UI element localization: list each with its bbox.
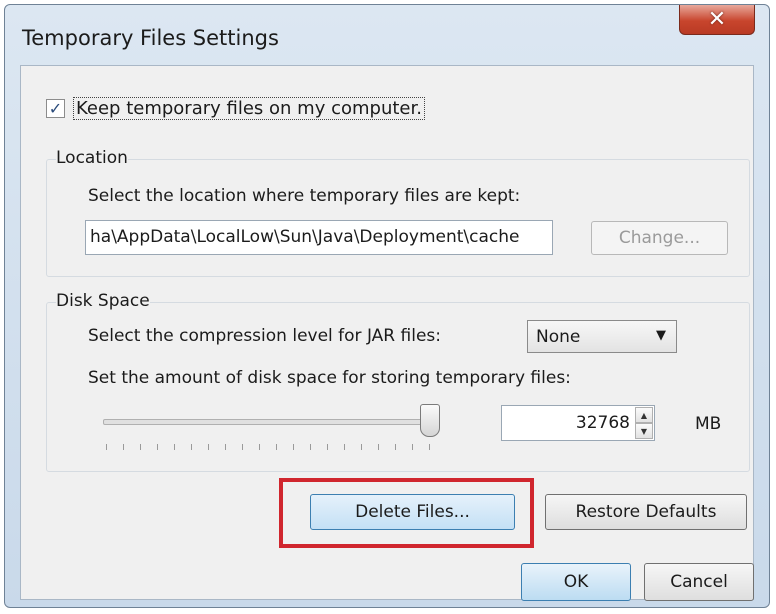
checkmark-icon: ✓ — [48, 98, 63, 118]
close-button[interactable]: ✕ — [679, 5, 755, 35]
restore-defaults-button[interactable]: Restore Defaults — [545, 494, 747, 530]
dialog-content: ✓ Keep temporary files on my computer. L… — [20, 65, 754, 601]
keep-files-option[interactable]: ✓ Keep temporary files on my computer. — [46, 97, 425, 120]
change-button[interactable]: Change... — [591, 221, 728, 255]
disk-space-unit: MB — [695, 414, 722, 434]
location-path-field[interactable]: ha\AppData\LocalLow\Sun\Java\Deployment\… — [85, 220, 553, 255]
slider-ticks — [106, 444, 434, 450]
delete-files-button[interactable]: Delete Files... — [310, 494, 515, 530]
disk-space-slider-track[interactable] — [103, 419, 439, 425]
chevron-down-icon: ▼ — [656, 328, 666, 343]
disk-space-value: 32768 — [575, 413, 630, 433]
disk-amount-prompt: Set the amount of disk space for storing… — [88, 368, 571, 388]
disk-space-group-title: Disk Space — [56, 291, 150, 311]
dialog-window: Temporary Files Settings ✕ ✓ Keep tempor… — [4, 4, 770, 608]
spin-up-icon[interactable]: ▲ — [635, 407, 653, 423]
cancel-button[interactable]: Cancel — [644, 563, 754, 601]
dialog-title: Temporary Files Settings — [22, 26, 279, 50]
compression-prompt: Select the compression level for JAR fil… — [88, 326, 441, 346]
keep-files-label[interactable]: Keep temporary files on my computer. — [73, 97, 425, 120]
location-prompt: Select the location where temporary file… — [88, 186, 521, 206]
location-group — [46, 159, 750, 277]
spin-down-icon[interactable]: ▼ — [635, 423, 653, 439]
compression-select[interactable]: None ▼ — [527, 320, 677, 353]
disk-space-slider-thumb[interactable] — [420, 404, 440, 437]
location-group-title: Location — [56, 148, 128, 168]
compression-value: None — [536, 327, 581, 347]
close-icon: ✕ — [707, 6, 727, 32]
ok-button[interactable]: OK — [521, 563, 631, 601]
disk-space-spinner[interactable]: 32768 ▲ ▼ — [501, 405, 655, 441]
title-bar: Temporary Files Settings ✕ — [5, 5, 769, 65]
keep-files-checkbox[interactable]: ✓ — [46, 99, 65, 118]
